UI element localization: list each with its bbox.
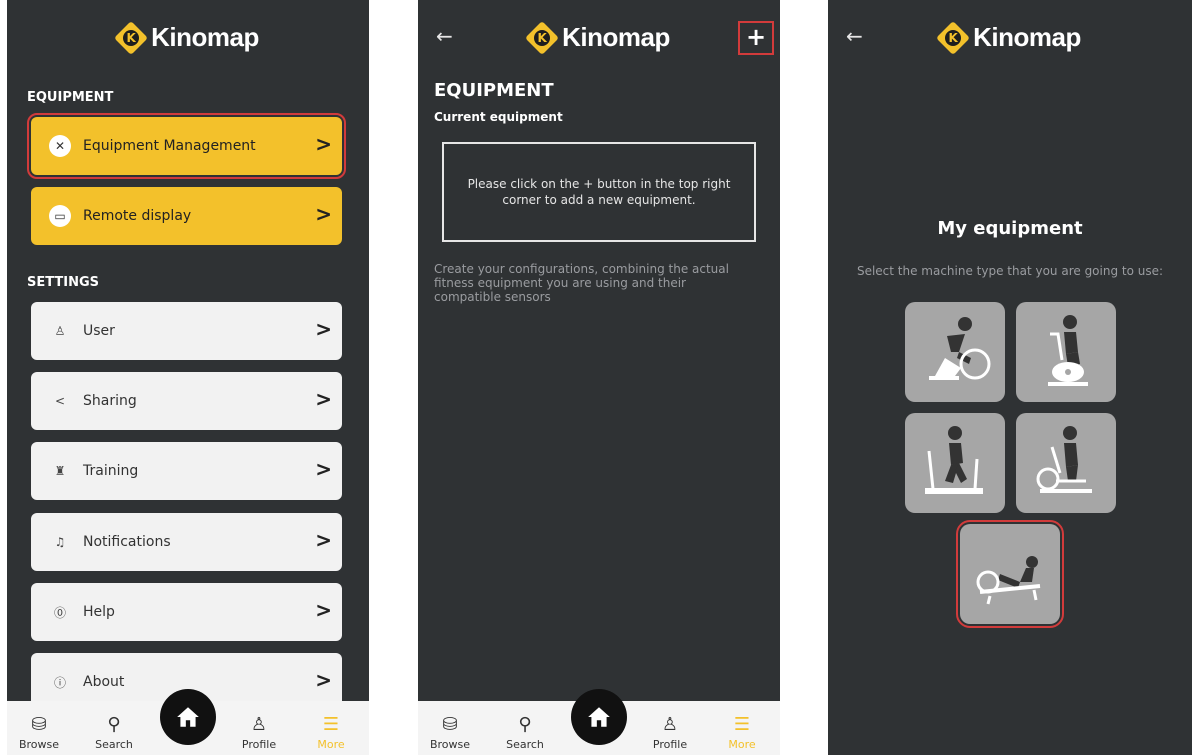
exercise-bike-icon — [1048, 315, 1088, 386]
elliptical-icon — [1036, 426, 1092, 493]
bell-icon: ♫ — [54, 535, 66, 549]
machine-type-instruction: Select the machine type that you are goi… — [856, 264, 1164, 278]
app-title: Kinomap — [973, 22, 1081, 52]
share-icon: < — [54, 394, 66, 408]
menu-item-remote-display[interactable]: ▭ Remote display > — [31, 187, 342, 245]
page-title: EQUIPMENT — [434, 80, 554, 101]
nav-browse[interactable]: ⛁ Browse — [11, 714, 67, 751]
settings-screen: K Kinomap EQUIPMENT ✕ Equipment Manageme… — [7, 0, 369, 755]
menu-item-label: Sharing — [83, 393, 137, 409]
machine-tile-exercise-bike[interactable] — [1016, 302, 1116, 402]
search-icon: ⚲ — [518, 714, 532, 735]
kinomap-logo-icon: K — [114, 20, 149, 55]
menu-item-equipment-management[interactable]: ✕ Equipment Management > — [27, 113, 346, 179]
home-button[interactable] — [571, 689, 627, 745]
menu-item-label: User — [83, 323, 115, 339]
menu-item-sharing[interactable]: < Sharing > — [31, 372, 342, 430]
kinomap-logo-icon: K — [936, 20, 971, 55]
app-logo: K Kinomap — [828, 20, 1192, 55]
nav-more[interactable]: ☰ More — [714, 714, 770, 751]
home-button[interactable] — [160, 689, 216, 745]
home-icon — [177, 707, 199, 727]
app-title: Kinomap — [562, 22, 670, 52]
nav-search[interactable]: ⚲ Search — [497, 714, 553, 751]
machine-tile-rowing-machine[interactable] — [956, 520, 1064, 628]
current-equipment-label: Current equipment — [434, 110, 563, 124]
equipment-screen: ← K Kinomap + EQUIPMENT Current equipmen… — [418, 0, 780, 755]
menu-item-label: Equipment Management — [83, 138, 256, 154]
app-title: Kinomap — [151, 22, 259, 52]
section-settings: SETTINGS — [27, 275, 100, 290]
profile-icon: ♙ — [661, 714, 679, 735]
chevron-right-icon: > — [315, 387, 332, 411]
user-icon: ♙ — [54, 324, 66, 338]
app-logo: K Kinomap — [7, 20, 369, 55]
monitor-icon: ▭ — [49, 205, 71, 227]
bike-trainer-icon — [929, 317, 991, 380]
nav-profile[interactable]: ♙ Profile — [642, 714, 698, 751]
chevron-right-icon: > — [315, 457, 332, 481]
menu-item-help[interactable]: ⓪ Help > — [31, 583, 342, 641]
section-equipment: EQUIPMENT — [27, 90, 114, 105]
page-title: My equipment — [937, 218, 1083, 239]
menu-item-training[interactable]: ♜ Training > — [31, 442, 342, 500]
wrench-icon: ✕ — [49, 135, 71, 157]
search-icon: ⚲ — [107, 714, 121, 735]
chevron-right-icon: > — [315, 528, 332, 552]
chevron-right-icon: > — [315, 668, 332, 692]
nav-browse[interactable]: ⛁ Browse — [422, 714, 478, 751]
chevron-right-icon: > — [315, 202, 332, 226]
menu-item-user[interactable]: ♙ User > — [31, 302, 342, 360]
home-icon — [588, 707, 610, 727]
app-logo: K Kinomap — [418, 20, 780, 55]
profile-icon: ♙ — [250, 714, 268, 735]
nav-search[interactable]: ⚲ Search — [86, 714, 142, 751]
my-equipment-screen: ← K Kinomap My equipment Select the mach… — [828, 0, 1192, 755]
treadmill-icon — [925, 426, 983, 494]
chevron-right-icon: > — [315, 598, 332, 622]
browse-icon: ⛁ — [442, 714, 458, 735]
add-equipment-button[interactable]: + — [738, 21, 774, 55]
menu-icon: ☰ — [733, 714, 751, 735]
menu-item-label: Notifications — [83, 534, 171, 550]
machine-tile-elliptical[interactable] — [1016, 413, 1116, 513]
rowing-machine-icon — [976, 556, 1041, 605]
empty-equipment-box: Please click on the + button in the top … — [442, 142, 756, 242]
machine-tile-bike-trainer[interactable] — [905, 302, 1005, 402]
menu-item-label: Remote display — [83, 208, 192, 224]
kinomap-logo-icon: K — [525, 20, 560, 55]
info-icon: ⓘ — [53, 675, 66, 690]
trophy-icon: ♜ — [54, 464, 66, 478]
help-icon: ⓪ — [53, 605, 66, 620]
nav-profile[interactable]: ♙ Profile — [231, 714, 287, 751]
empty-message: Please click on the + button in the top … — [467, 177, 731, 207]
menu-icon: ☰ — [322, 714, 340, 735]
chevron-right-icon: > — [315, 132, 332, 156]
equipment-description: Create your configurations, combining th… — [434, 262, 729, 304]
chevron-right-icon: > — [315, 317, 332, 341]
menu-item-label: About — [83, 674, 125, 690]
menu-item-notifications[interactable]: ♫ Notifications > — [31, 513, 342, 571]
menu-item-label: Training — [83, 463, 139, 479]
machine-tile-treadmill[interactable] — [905, 413, 1005, 513]
nav-more[interactable]: ☰ More — [303, 714, 359, 751]
browse-icon: ⛁ — [31, 714, 47, 735]
menu-item-label: Help — [83, 604, 115, 620]
